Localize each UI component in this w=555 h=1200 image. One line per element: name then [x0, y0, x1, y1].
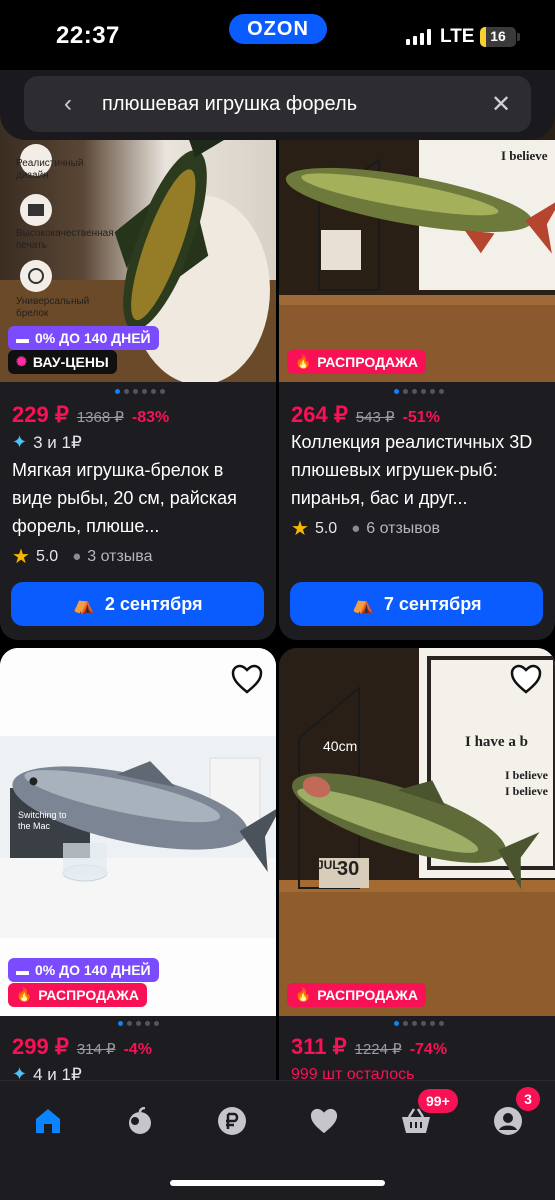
fresh-apple-icon: [129, 1107, 151, 1134]
favorite-button[interactable]: [509, 662, 543, 696]
product-card[interactable]: 40cm I have a b I believe I believe JUL …: [279, 648, 555, 1088]
search-header: ‹ плюшевая игрушка форель ✕: [0, 70, 555, 140]
close-icon[interactable]: ✕: [481, 90, 521, 119]
battery-icon: 16: [480, 27, 516, 47]
discount: -74%: [409, 1041, 448, 1058]
discount: -51%: [402, 409, 440, 426]
delivery-date: 2 сентября: [104, 593, 203, 614]
reviews-count: 3 отзыва: [87, 547, 153, 565]
star-icon: ★: [12, 546, 30, 568]
search-bar[interactable]: ‹ плюшевая игрушка форель ✕: [24, 76, 531, 132]
installment-badge: ▬ 0% ДО 140 ДНЕЙ: [8, 326, 159, 350]
status-bar: 22:37 OZON LTE 16: [0, 0, 555, 70]
image-pager: [118, 1021, 159, 1026]
product-image[interactable]: 40cm I have a b I believe I believe JUL …: [279, 648, 555, 1016]
image-text: I believe: [505, 784, 548, 798]
sale-badge: 🔥 РАСПРОДАЖА: [287, 350, 426, 374]
image-pager: [115, 389, 165, 394]
price: 229 ₽: [12, 402, 69, 427]
image-text: 40cm: [323, 738, 358, 754]
comment-icon: ●: [72, 548, 82, 565]
fire-icon: 🔥: [295, 987, 312, 1002]
status-time: 22:37: [56, 22, 120, 49]
star-icon: ★: [291, 518, 309, 540]
image-text: 30: [337, 858, 360, 880]
nav-favorites[interactable]: [304, 1103, 344, 1139]
price: 299 ₽: [12, 1034, 69, 1059]
product-card[interactable]: Switching to the Mac ▬ 0% ДО 140 ДНЕЙ 🔥 РА…: [0, 648, 276, 1088]
fire-icon: 🔥: [295, 354, 312, 369]
discount: -4%: [123, 1041, 153, 1058]
points-text: 3 и 1₽: [33, 432, 82, 452]
product-card[interactable]: Реалистичный дизайн Высококачественная п…: [0, 100, 276, 640]
rating-value: 5.0: [314, 519, 338, 537]
basket-icon: ⛺: [72, 593, 95, 614]
old-price: 543 ₽: [355, 409, 395, 426]
old-price: 1224 ₽: [354, 1041, 402, 1058]
rating-value: 5.0: [35, 547, 59, 565]
image-text: I believe: [505, 768, 548, 782]
card-icon: ▬: [16, 330, 29, 346]
home-indicator[interactable]: [170, 1180, 385, 1186]
installment-badge: ▬ 0% ДО 140 ДНЕЙ: [8, 958, 159, 982]
profile-icon: [494, 1107, 522, 1135]
price: 264 ₽: [291, 402, 348, 427]
image-text: Switching to the Mac: [18, 810, 67, 831]
battery-level: 16: [490, 28, 506, 44]
add-to-cart-button[interactable]: ⛺ 2 сентября: [11, 582, 264, 626]
image-pager: [394, 1021, 444, 1026]
sparkle-icon: ✺: [16, 354, 27, 369]
fire-icon: 🔥: [16, 987, 33, 1002]
home-icon: [36, 1109, 60, 1133]
nav-home[interactable]: [28, 1103, 68, 1139]
price: 311 ₽: [291, 1034, 347, 1059]
card-icon: ▬: [16, 962, 29, 978]
comment-icon: ●: [351, 520, 361, 537]
points-star-icon: ✦: [12, 432, 28, 452]
nav-fresh[interactable]: [120, 1103, 160, 1139]
product-image[interactable]: Реалистичный дизайн Высококачественная п…: [0, 100, 276, 382]
product-image[interactable]: I believe 🔥 РАСПРОДАЖА: [279, 100, 555, 382]
old-price: 1368 ₽: [76, 409, 124, 426]
image-text: I believe: [501, 148, 548, 163]
profile-badge: 3: [516, 1087, 540, 1111]
product-title[interactable]: Мягкая игрушка-брелок в виде рыбы, 20 см…: [12, 456, 267, 540]
reviews-count: 6 отзывов: [366, 519, 441, 537]
ruble-icon: [218, 1107, 246, 1135]
search-input[interactable]: плюшевая игрушка форель: [102, 93, 481, 116]
discount: -83%: [131, 409, 170, 426]
image-text: I have a b: [465, 734, 528, 750]
image-feature-text: Универсальный брелок: [16, 296, 90, 319]
cart-badge: 99+: [418, 1089, 458, 1113]
wow-price-badge: ✺ ВАУ-ЦЕНЫ: [8, 350, 117, 374]
old-price: 314 ₽: [76, 1041, 116, 1058]
network-label: LTE: [440, 26, 475, 47]
add-to-cart-button[interactable]: ⛺ 7 сентября: [290, 582, 543, 626]
image-feature-text: Реалистичный дизайн: [16, 158, 84, 181]
product-title[interactable]: Коллекция реалистичных 3D плюшевых игруш…: [291, 428, 549, 512]
sale-badge: 🔥 РАСПРОДАЖА: [8, 983, 147, 1007]
image-pager: [394, 389, 444, 394]
product-card[interactable]: I believe 🔥 РАСПРОДАЖА 264 ₽ 543 ₽ -51% К…: [279, 100, 555, 640]
signal-icon: [406, 29, 431, 45]
favorite-button[interactable]: [230, 662, 264, 696]
product-image[interactable]: Switching to the Mac ▬ 0% ДО 140 ДНЕЙ 🔥 РА…: [0, 648, 276, 1016]
ozon-logo[interactable]: OZON: [229, 14, 327, 44]
sale-badge: 🔥 РАСПРОДАЖА: [287, 983, 426, 1007]
image-feature-text: Высококачественная печать: [16, 228, 114, 251]
heart-icon: [310, 1108, 338, 1134]
nav-finance[interactable]: [212, 1103, 252, 1139]
delivery-date: 7 сентября: [383, 593, 482, 614]
back-arrow-icon[interactable]: ‹: [64, 90, 84, 118]
basket-icon: ⛺: [351, 593, 374, 614]
